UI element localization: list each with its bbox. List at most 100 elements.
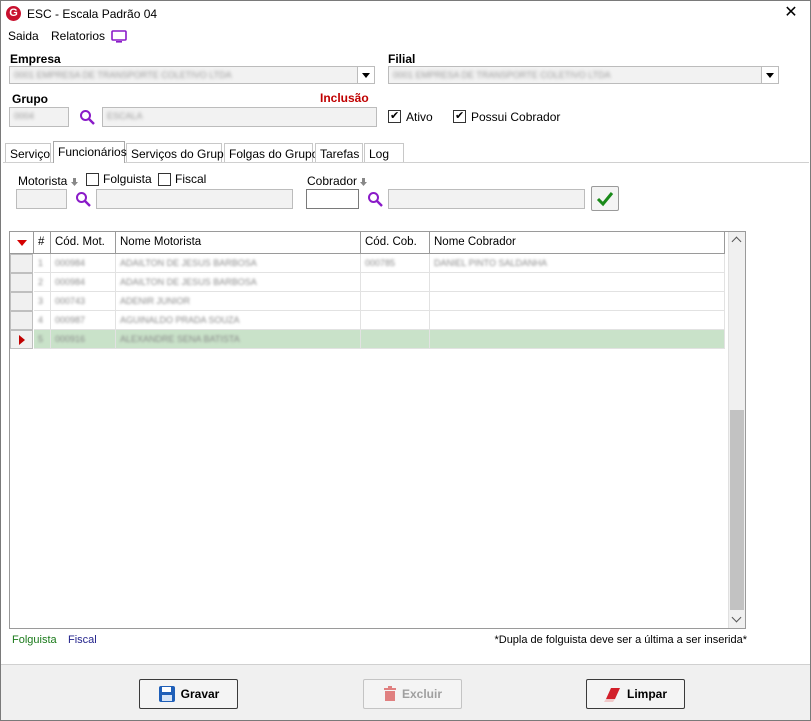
motorista-sort-icon [70, 175, 78, 186]
menu-relatorios[interactable]: Relatorios [51, 29, 105, 43]
cell-number: 3 [38, 296, 44, 306]
cell-number: 1 [38, 258, 44, 268]
cell-cod-cob: 000785 [365, 258, 396, 268]
row-indicator[interactable] [10, 292, 33, 311]
tab-servico[interactable]: Serviço [5, 143, 51, 163]
ativo-label: Ativo [406, 110, 433, 124]
cobrador-code-input[interactable] [306, 189, 359, 209]
fiscal-filter-label: Fiscal [175, 172, 207, 186]
folguista-note: *Dupla de folguista deve ser a última a … [494, 634, 747, 646]
grid-vertical-scrollbar[interactable] [728, 232, 745, 628]
table-row[interactable]: 3 000743 ADENIR JUNIOR [10, 292, 725, 311]
table-row[interactable]: 1 000984 ADAILTON DE JESUS BARBOSA 00078… [10, 254, 725, 273]
possui-cobrador-checkbox[interactable] [453, 109, 466, 123]
employees-grid[interactable]: # Cód. Mot. Nome Motorista Cód. Cob. Nom… [9, 231, 746, 629]
row-cells[interactable]: 1 000984 ADAILTON DE JESUS BARBOSA 00078… [34, 254, 725, 273]
table-row-selected[interactable]: 5 000916 ALEXANDRE SENA BATISTA [10, 330, 725, 349]
table-row[interactable]: 4 000987 AGUINALDO PRADA SOUZA [10, 311, 725, 330]
gravar-label: Gravar [180, 687, 220, 701]
filial-combo[interactable]: 0001 EMPRESA DE TRANSPORTE COLETIVO LTDA [388, 66, 779, 84]
grupo-code-value: 0004 [14, 111, 35, 121]
cobrador-filter-label: Cobrador [307, 174, 368, 188]
row-indicator[interactable] [10, 254, 33, 273]
cell-nome-motorista: ADAILTON DE JESUS BARBOSA [120, 258, 257, 268]
grid-menu-button[interactable] [10, 232, 34, 254]
close-button[interactable]: ✕ [778, 3, 804, 23]
scroll-up-arrow[interactable] [729, 232, 745, 249]
scroll-down-arrow[interactable] [729, 611, 745, 628]
row-indicator[interactable] [10, 311, 33, 330]
row-cells[interactable]: 2 000984 ADAILTON DE JESUS BARBOSA [34, 273, 725, 292]
grupo-desc-value: ESCALA [107, 111, 143, 121]
main-window: G ESC - Escala Padrão 04 ✕ Saida Relator… [0, 0, 811, 721]
cell-nome-motorista: ADAILTON DE JESUS BARBOSA [120, 277, 257, 287]
col-header-cod-mot[interactable]: Cód. Mot. [51, 232, 116, 254]
monitor-icon[interactable] [111, 30, 127, 43]
motorista-search-icon[interactable] [75, 191, 91, 207]
excluir-button[interactable]: Excluir [363, 679, 462, 709]
title-bar: G ESC - Escala Padrão 04 ✕ [1, 1, 810, 27]
cobrador-search-icon[interactable] [367, 191, 383, 207]
save-icon [158, 686, 175, 702]
eraser-icon [603, 688, 620, 702]
cell-number: 2 [38, 277, 44, 287]
tab-funcionarios[interactable]: Funcionários [53, 141, 127, 163]
empresa-label: Empresa [10, 52, 61, 66]
cell-number: 4 [38, 315, 44, 325]
empresa-combo[interactable]: 0001 EMPRESA DE TRANSPORTE COLETIVO LTDA [9, 66, 375, 84]
tab-folgas-do-grupo[interactable]: Folgas do Grupo [224, 143, 318, 163]
cobrador-sort-icon [360, 175, 368, 186]
folguista-checkbox[interactable] [86, 173, 99, 186]
col-header-number[interactable]: # [34, 232, 51, 254]
row-cells[interactable]: 5 000916 ALEXANDRE SENA BATISTA [34, 330, 725, 349]
app-logo-icon: G [6, 6, 21, 21]
tab-tarefas[interactable]: Tarefas [315, 143, 363, 163]
cell-number: 5 [38, 334, 44, 344]
grupo-label: Grupo [12, 92, 48, 106]
cell-nome-motorista: ALEXANDRE SENA BATISTA [120, 334, 240, 344]
cell-nome-cobrador: DANIEL PINTO SALDANHA [434, 258, 548, 268]
grupo-code-input[interactable]: 0004 [9, 107, 69, 127]
red-dropdown-icon [17, 240, 27, 246]
grupo-desc-input[interactable]: ESCALA [102, 107, 377, 127]
motorista-filter-label: Motorista [18, 174, 78, 188]
grupo-search-icon[interactable] [79, 109, 95, 125]
row-cells[interactable]: 4 000987 AGUINALDO PRADA SOUZA [34, 311, 725, 330]
menu-saida[interactable]: Saida [8, 29, 39, 43]
gravar-button[interactable]: Gravar [139, 679, 238, 709]
legend-fiscal: Fiscal [68, 634, 97, 646]
empresa-dropdown-arrow[interactable] [357, 67, 374, 83]
mode-label: Inclusão [320, 91, 369, 105]
legend-folguista: Folguista [12, 634, 57, 646]
tab-servicos-do-grupo[interactable]: Serviços do Grupo [126, 143, 230, 163]
tab-log[interactable]: Log [364, 143, 404, 163]
table-row[interactable]: 2 000984 ADAILTON DE JESUS BARBOSA [10, 273, 725, 292]
col-header-nome-motorista[interactable]: Nome Motorista [116, 232, 361, 254]
window-title: ESC - Escala Padrão 04 [27, 7, 158, 21]
scroll-thumb[interactable] [730, 410, 744, 610]
fiscal-checkbox[interactable] [158, 173, 171, 186]
cell-cod-mot: 000916 [55, 334, 86, 344]
cell-cod-mot: 000743 [55, 296, 86, 306]
limpar-button[interactable]: Limpar [586, 679, 685, 709]
trash-icon [383, 686, 396, 701]
ativo-checkbox[interactable] [388, 109, 401, 123]
motorista-code-input[interactable] [16, 189, 67, 209]
row-indicator[interactable] [10, 273, 33, 292]
col-header-cod-cob[interactable]: Cód. Cob. [361, 232, 430, 254]
col-header-nome-cobrador[interactable]: Nome Cobrador [430, 232, 725, 254]
folguista-filter-label: Folguista [103, 172, 152, 186]
footer-bar: Gravar Excluir Limpar [1, 664, 810, 720]
cell-nome-motorista: AGUINALDO PRADA SOUZA [120, 315, 240, 325]
cell-nome-motorista: ADENIR JUNIOR [120, 296, 191, 306]
cobrador-label-text: Cobrador [307, 174, 358, 188]
confirm-button[interactable] [591, 186, 619, 211]
check-icon [596, 192, 614, 207]
row-cells[interactable]: 3 000743 ADENIR JUNIOR [34, 292, 725, 311]
cobrador-name-input[interactable] [388, 189, 585, 209]
motorista-name-input[interactable] [96, 189, 293, 209]
current-row-indicator[interactable] [10, 330, 33, 349]
empresa-value: 0001 EMPRESA DE TRANSPORTE COLETIVO LTDA [14, 70, 232, 80]
motorista-label-text: Motorista [18, 174, 68, 188]
filial-dropdown-arrow[interactable] [761, 67, 778, 83]
